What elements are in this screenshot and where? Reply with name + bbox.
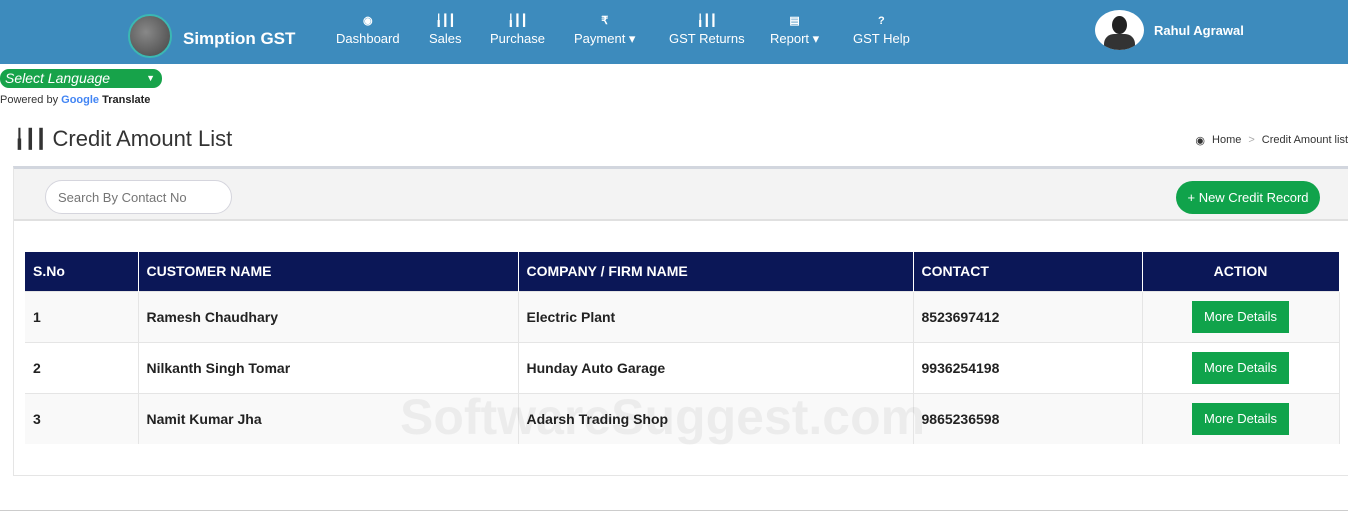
page-title: ╽┃┃ Credit Amount List <box>14 126 233 151</box>
bar-chart-icon: ╽┃┃ <box>507 15 528 27</box>
breadcrumb-home[interactable]: Home <box>1212 134 1241 147</box>
breadcrumb: ◉ Home > Credit Amount list <box>1195 134 1348 147</box>
nav-purchase[interactable]: ╽┃┃ Purchase <box>490 14 545 46</box>
powered-by-google: Powered by Google Translate <box>0 94 151 106</box>
table-row: 2 Nilkanth Singh Tomar Hunday Auto Garage 9… <box>25 341 1340 393</box>
dashboard-icon: ◉ <box>363 15 373 27</box>
more-details-button[interactable]: More Details <box>1192 402 1289 435</box>
bar-chart-icon: ╽┃┃ <box>435 15 456 27</box>
nav-report[interactable]: ▤ Report ▾ <box>770 14 819 47</box>
dashboard-icon: ◉ <box>1195 135 1206 147</box>
new-credit-record-button[interactable]: + New Credit Record <box>1176 181 1320 214</box>
toolbar: + New Credit Record <box>14 169 1348 221</box>
rupee-icon: ₹ <box>601 15 609 27</box>
app-logo[interactable] <box>128 14 172 58</box>
nav-gst-help[interactable]: ? GST Help <box>853 14 910 46</box>
brand-name[interactable]: Simption GST <box>183 29 295 49</box>
language-select[interactable]: Select Language ▼ <box>0 69 162 88</box>
nav-gst-returns[interactable]: ╽┃┃ GST Returns <box>669 14 745 46</box>
search-input[interactable] <box>45 180 232 214</box>
nav-payment[interactable]: ₹ Payment ▾ <box>574 14 635 47</box>
table-row: 3 Namit Kumar Jha Adarsh Trading Shop 98652… <box>25 392 1340 444</box>
bar-chart-icon: ╽┃┃ <box>14 128 47 149</box>
divider <box>0 510 1348 511</box>
nav-sales[interactable]: ╽┃┃ Sales <box>429 14 462 46</box>
nav-dashboard[interactable]: ◉ Dashboard <box>336 14 400 46</box>
bar-chart-icon: ╽┃┃ <box>696 15 717 27</box>
user-name[interactable]: Rahul Agrawal <box>1154 23 1244 38</box>
credit-list-panel: + New Credit Record S.No CUSTOMER NAME C… <box>13 166 1348 476</box>
translate-link[interactable]: Translate <box>102 94 150 106</box>
more-details-button[interactable]: More Details <box>1192 351 1289 384</box>
more-details-button[interactable]: More Details <box>1192 300 1289 333</box>
avatar[interactable] <box>1095 10 1144 50</box>
top-navbar: Simption GST ◉ Dashboard ╽┃┃ Sales ╽┃┃ Purc… <box>0 0 1348 64</box>
dropdown-arrow-icon: ▼ <box>146 73 155 83</box>
document-icon: ▤ <box>789 15 800 27</box>
table-header: S.No CUSTOMER NAME COMPANY / FIRM NAME C… <box>25 252 1340 291</box>
question-icon: ? <box>878 15 885 27</box>
table-row: 1 Ramesh Chaudhary Electric Plant 852369741… <box>25 290 1340 342</box>
credit-table: S.No CUSTOMER NAME COMPANY / FIRM NAME C… <box>25 252 1340 444</box>
